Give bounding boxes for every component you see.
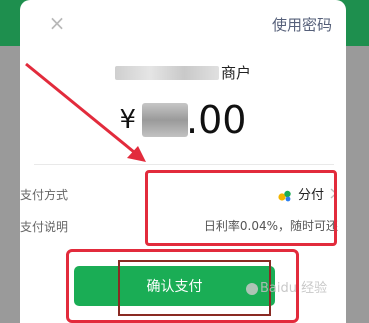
payment-amount: ¥ .00 — [20, 98, 346, 148]
close-icon[interactable]: × — [48, 13, 66, 33]
pay-note-label: 支付说明 — [20, 220, 69, 234]
annotation-box-pay-method — [145, 170, 337, 246]
divider — [34, 164, 334, 165]
watermark-text: Baidu 经验 — [260, 281, 328, 296]
watermark: Baidu 经验 — [246, 277, 327, 296]
merchant-suffix: 商户 — [220, 64, 251, 82]
currency-symbol: ¥ — [119, 105, 137, 135]
pay-method-label: 支付方式 — [20, 188, 69, 202]
background-dim-right — [346, 46, 369, 323]
merchant-name-redacted — [114, 65, 219, 80]
screenshot-stage: × 使用密码 商户 ¥ .00 支付方式 分付 支付说明 日利率0.04%，随时可… — [0, 0, 369, 323]
amount-decimal: .00 — [186, 98, 247, 142]
merchant-name: 商户 — [20, 62, 346, 84]
background-dim-left — [0, 46, 20, 323]
paw-icon — [246, 282, 258, 295]
amount-redacted — [142, 103, 189, 137]
use-password-link[interactable]: 使用密码 — [272, 14, 332, 35]
